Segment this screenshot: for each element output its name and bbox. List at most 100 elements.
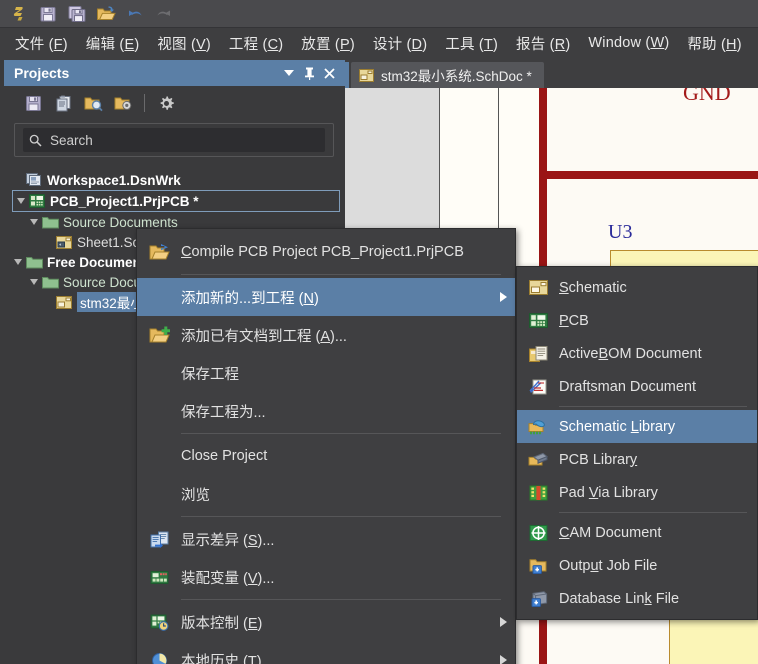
cam-document-icon (517, 524, 559, 541)
menu-separator-4 (181, 599, 501, 600)
menu-item-save-project[interactable]: 保存工程 (137, 354, 515, 392)
document-tab-stm32[interactable]: stm32最小系统.SchDoc * (351, 62, 544, 88)
submenu-item-draftsman-label: Draftsman Document (559, 378, 696, 395)
document-tab-label: stm32最小系统.SchDoc * (381, 69, 532, 84)
menu-reports-label: 报告 (516, 36, 546, 53)
save-all-icon[interactable] (64, 2, 90, 26)
submenu-item-pcb-library[interactable]: PCB Library (517, 443, 757, 476)
menu-help-accel: H (726, 36, 737, 53)
menu-item-add-existing-document[interactable]: 添加已有文档到工程 (A)... (137, 316, 515, 354)
menu-item-add-existing-document-label: 添加已有文档到工程 (A)... (181, 328, 347, 345)
submenu-item-schematic-library-label: Schematic Library (559, 418, 676, 435)
submenu-item-output-job-file[interactable]: Output Job File (517, 549, 757, 582)
folder-icon (40, 216, 60, 229)
submenu-item-database-link-file-label: Database Link File (559, 590, 680, 607)
submenu-item-cam-document[interactable]: CAM Document (517, 516, 757, 549)
redo-icon (151, 2, 177, 26)
submenu-item-activebom-label: ActiveBOM Document (559, 345, 702, 362)
submenu-item-pcb-library-label: PCB Library (559, 451, 638, 468)
close-icon[interactable] (319, 63, 339, 83)
schematic-library-icon (517, 419, 559, 435)
menu-item-show-differences[interactable]: 显示差异 (S)... (137, 520, 515, 558)
menu-reports[interactable]: 报告 (R) (507, 30, 579, 57)
submenu-item-activebom[interactable]: ActiveBOM Document (517, 337, 757, 370)
submenu-item-schematic[interactable]: Schematic (517, 271, 757, 304)
submenu-item-schematic-library[interactable]: Schematic Library (517, 410, 757, 443)
main-menu-bar: 文件 (F) 编辑 (E) 视图 (V) 工程 (C) 放置 (P) 设计 (D… (0, 28, 758, 58)
altium-designer-window: 文件 (F) 编辑 (E) 视图 (V) 工程 (C) 放置 (P) 设计 (D… (0, 0, 758, 664)
expand-arrow-down-icon[interactable] (15, 197, 27, 205)
submenu-item-pad-via-library-label: Pad Via Library (559, 484, 658, 501)
menu-file[interactable]: 文件 (F) (6, 30, 77, 57)
menu-item-local-history[interactable]: 本地历史 (T) (137, 641, 515, 664)
search-icon (29, 134, 42, 147)
submenu-item-database-link-file[interactable]: Database Link File (517, 582, 757, 615)
altium-logo-icon[interactable] (6, 2, 32, 26)
submenu-item-pad-via-library[interactable]: Pad Via Library (517, 476, 757, 509)
undo-icon[interactable] (122, 2, 148, 26)
menu-item-save-project-label: 保存工程 (181, 366, 239, 383)
menu-item-compile-project[interactable]: Compile PCB Project PCB_Project1.PrjPCB (137, 233, 515, 271)
expand-arrow-down-icon[interactable] (28, 278, 40, 286)
chevron-down-icon[interactable] (279, 63, 299, 83)
search-box[interactable] (23, 128, 325, 152)
menu-item-browse[interactable]: 浏览 (137, 475, 515, 513)
projects-panel-toolbar (4, 86, 345, 120)
expand-arrow-down-icon[interactable] (28, 218, 40, 226)
menu-item-assembly-variants-label: 装配变量 (V)... (181, 570, 275, 587)
menu-item-add-new-to-project-label: 添加新的...到工程 (N) (181, 290, 319, 307)
local-history-icon (137, 652, 181, 664)
menu-item-browse-label: 浏览 (181, 487, 210, 504)
menu-tools-accel: T (483, 36, 493, 53)
menu-separator-2 (181, 433, 501, 434)
menu-item-assembly-variants[interactable]: 装配变量 (V)... (137, 558, 515, 596)
submenu-item-pcb[interactable]: PCB (517, 304, 757, 337)
menu-item-version-control[interactable]: 版本控制 (E) (137, 603, 515, 641)
menu-place[interactable]: 放置 (P) (292, 30, 364, 57)
menu-window-label: Window (588, 35, 642, 51)
expand-arrow-down-icon[interactable] (12, 258, 24, 266)
menu-window[interactable]: Window (W) (579, 32, 678, 54)
submenu-item-draftsman[interactable]: Draftsman Document (517, 370, 757, 403)
draftsman-icon (517, 379, 559, 395)
menu-tools[interactable]: 工具 (T) (436, 30, 507, 57)
menu-item-save-project-as[interactable]: 保存工程为... (137, 392, 515, 430)
tree-item-workspace[interactable]: Workspace1.DsnWrk (10, 170, 340, 190)
compile-project-icon (137, 243, 181, 262)
menu-separator-3 (181, 516, 501, 517)
workspace-icon (24, 173, 44, 187)
menu-item-close-project[interactable]: Close Project (137, 437, 515, 475)
project-options-icon[interactable] (108, 90, 138, 116)
save-icon[interactable] (18, 90, 48, 116)
menu-view[interactable]: 视图 (V) (148, 30, 220, 57)
pad-via-library-icon (517, 485, 559, 501)
wire-horizontal-gnd (539, 171, 758, 179)
menu-item-save-project-as-label: 保存工程为... (181, 404, 266, 421)
open-folder-icon[interactable] (93, 2, 119, 26)
version-control-icon (137, 614, 181, 631)
menu-item-local-history-label: 本地历史 (T) (181, 650, 491, 664)
menu-tools-label: 工具 (445, 36, 475, 53)
menu-edit-accel: E (124, 36, 135, 53)
copy-documents-icon[interactable] (48, 90, 78, 116)
tree-item-workspace-label: Workspace1.DsnWrk (47, 172, 181, 188)
menu-place-label: 放置 (301, 36, 331, 53)
gear-icon[interactable] (151, 90, 181, 116)
menu-reports-accel: R (554, 36, 566, 53)
search-field-wrapper (14, 123, 334, 157)
menu-help-label: 帮助 (687, 36, 717, 53)
search-input[interactable] (48, 131, 302, 149)
menu-item-add-new-text: 添加新的...到工程 (181, 290, 295, 307)
open-project-search-icon[interactable] (78, 90, 108, 116)
tree-item-pcb-project[interactable]: PCB_Project1.PrjPCB * (12, 190, 340, 212)
database-link-icon (517, 590, 559, 607)
menu-item-assembly-variants-text: 装配变量 (181, 570, 239, 587)
menu-project[interactable]: 工程 (C) (220, 30, 292, 57)
pin-icon[interactable] (299, 63, 319, 83)
save-icon[interactable] (35, 2, 61, 26)
menu-help[interactable]: 帮助 (H) (678, 30, 750, 57)
submenu-item-schematic-label: Schematic (559, 279, 627, 296)
menu-item-add-new-to-project[interactable]: 添加新的...到工程 (N) (137, 278, 515, 316)
menu-design[interactable]: 设计 (D) (364, 30, 436, 57)
menu-edit[interactable]: 编辑 (E) (77, 30, 149, 57)
